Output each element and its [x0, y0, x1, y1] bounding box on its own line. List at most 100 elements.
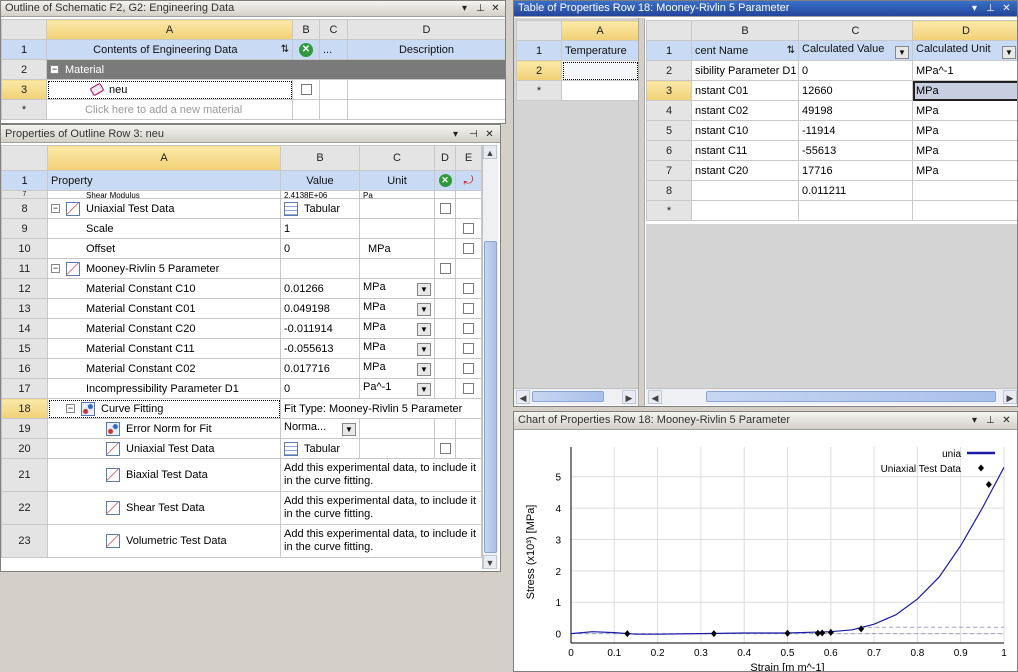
left-hscrollbar[interactable]: ◀ ▶	[514, 388, 638, 405]
table-row[interactable]: 20 Uniaxial Test Data Tabular	[2, 439, 482, 459]
checkbox[interactable]	[463, 343, 474, 354]
unit-select[interactable]: MPa ▼	[360, 319, 435, 339]
material-name-cell[interactable]: neu	[47, 80, 293, 100]
table-row[interactable]: 14 Material Constant C20 -0.011914 MPa ▼	[2, 319, 482, 339]
table-row[interactable]: 4 nstant C02 49198 MPa	[647, 101, 1018, 121]
property-name-cell[interactable]: − Mooney-Rivlin 5 Parameter	[48, 259, 281, 279]
scroll-left-icon[interactable]: ◀	[648, 390, 662, 404]
pin-icon[interactable]: ⊥	[474, 2, 487, 15]
chevron-down-icon[interactable]: ▼	[417, 343, 431, 356]
table-row[interactable]: 7 nstant C20 17716 MPa	[647, 161, 1018, 181]
checkbox-cell[interactable]	[456, 359, 482, 379]
checkbox[interactable]	[463, 223, 474, 234]
scroll-down-icon[interactable]: ▼	[483, 555, 497, 569]
calculated-unit[interactable]: MPa^-1	[913, 61, 1018, 81]
calculated-unit[interactable]: MPa	[913, 161, 1018, 181]
table-row[interactable]: * Click here to add a new material	[2, 100, 506, 120]
right-hscrollbar[interactable]: ◀ ▶	[646, 388, 1018, 405]
material-category[interactable]: − Material	[47, 60, 506, 80]
calculated-unit[interactable]: MPa	[913, 101, 1018, 121]
unit-select[interactable]: MPa ▼	[360, 279, 435, 299]
sort-icon[interactable]: ⇅	[787, 45, 795, 56]
calculated-unit[interactable]	[913, 201, 1018, 221]
add-material-cell[interactable]: Click here to add a new material	[47, 100, 293, 120]
table-row[interactable]: 9 Scale 1	[2, 219, 482, 239]
chevron-down-icon[interactable]: ▼	[1002, 46, 1016, 59]
splitter[interactable]	[638, 18, 645, 407]
table-row[interactable]: 21 Biaxial Test Data Add this experiment…	[2, 459, 482, 492]
table-row[interactable]: 2 sibility Parameter D1 0 MPa^-1	[647, 61, 1018, 81]
checkbox-cell[interactable]	[456, 339, 482, 359]
property-value[interactable]: 0	[281, 239, 360, 259]
scrollbar-thumb[interactable]	[706, 391, 996, 402]
checkbox-cell[interactable]	[456, 319, 482, 339]
sort-icon[interactable]: ⇅	[281, 44, 289, 55]
scroll-up-icon[interactable]: ▲	[483, 145, 497, 159]
calculated-value[interactable]: -11914	[799, 121, 913, 141]
property-name-cell[interactable]: − Uniaxial Test Data	[48, 199, 281, 219]
table-row[interactable]: 23 Volumetric Test Data Add this experim…	[2, 525, 482, 558]
close-icon[interactable]: ✕	[489, 2, 502, 15]
collapse-icon[interactable]: −	[51, 264, 60, 273]
pin-icon[interactable]: ⊥	[984, 414, 997, 427]
checkbox-cell[interactable]	[456, 239, 482, 259]
dropdown-icon[interactable]: ▾	[458, 2, 471, 15]
table-row[interactable]: 3 nstant C01 12660 MPa	[647, 81, 1018, 101]
checkbox[interactable]	[440, 443, 451, 454]
unit-select[interactable]: MPa ▼	[360, 339, 435, 359]
checkbox-cell[interactable]	[435, 439, 456, 459]
checkbox[interactable]	[463, 283, 474, 294]
chevron-down-icon[interactable]: ▼	[417, 383, 431, 396]
property-value-cell[interactable]: Tabular	[281, 439, 360, 459]
collapse-icon[interactable]: −	[50, 65, 59, 74]
scrollbar-thumb[interactable]	[532, 391, 604, 402]
property-value[interactable]: -0.055613	[281, 339, 360, 359]
chevron-down-icon[interactable]: ▼	[342, 423, 356, 436]
green-x-icon[interactable]: ✕	[435, 171, 456, 191]
property-value-cell[interactable]: Tabular	[281, 199, 360, 219]
error-norm-select[interactable]: Norma... ▼	[281, 419, 360, 439]
dropdown-icon[interactable]: ▾	[968, 414, 981, 427]
table-row[interactable]: *	[647, 201, 1018, 221]
checkbox-cell[interactable]	[456, 279, 482, 299]
chevron-down-icon[interactable]: ▼	[417, 303, 431, 316]
column-header-e[interactable]: E	[456, 146, 482, 171]
calculated-value[interactable]: 17716	[799, 161, 913, 181]
checkbox[interactable]	[463, 243, 474, 254]
property-value[interactable]: 1	[281, 219, 360, 239]
temperature-cell[interactable]	[562, 61, 639, 81]
table-row[interactable]: 17 Incompressibility Parameter D1 0 Pa^-1 ▼	[2, 379, 482, 399]
scroll-left-icon[interactable]: ◀	[516, 390, 530, 404]
unit-select[interactable]: Pa^-1 ▼	[360, 379, 435, 399]
table-row[interactable]: 8 0.011211	[647, 181, 1018, 201]
table-row[interactable]: *	[517, 81, 639, 101]
column-header-c[interactable]: C	[360, 146, 435, 171]
checkbox[interactable]	[440, 203, 451, 214]
column-header-d[interactable]: D	[348, 20, 506, 40]
calculated-unit[interactable]	[913, 181, 1018, 201]
collapse-icon[interactable]: −	[51, 204, 60, 213]
table-row[interactable]: 5 nstant C10 -11914 MPa	[647, 121, 1018, 141]
table-row[interactable]: 11 − Mooney-Rivlin 5 Parameter	[2, 259, 482, 279]
table-row[interactable]: 12 Material Constant C10 0.01266 MPa ▼	[2, 279, 482, 299]
unit-select[interactable]: MPa ▼	[360, 299, 435, 319]
property-name-cell[interactable]: Uniaxial Test Data	[48, 439, 281, 459]
temperature-cell[interactable]	[562, 81, 639, 101]
calculated-value[interactable]: 0.011211	[799, 181, 913, 201]
scrollbar-thumb[interactable]	[484, 241, 497, 553]
column-header-c[interactable]: C	[799, 21, 913, 41]
checkbox-cell[interactable]	[435, 259, 456, 279]
pin-icon[interactable]: ⊥	[984, 2, 997, 15]
calculated-value[interactable]	[799, 201, 913, 221]
property-value[interactable]: 0.049198	[281, 299, 360, 319]
checkbox[interactable]	[440, 263, 451, 274]
scroll-right-icon[interactable]: ▶	[1003, 390, 1017, 404]
parameter-icon[interactable]: ⤾	[456, 171, 482, 191]
checkbox-cell[interactable]	[456, 379, 482, 399]
chevron-down-icon[interactable]: ▼	[417, 283, 431, 296]
close-icon[interactable]: ✕	[483, 128, 496, 141]
close-icon[interactable]: ✕	[1000, 2, 1013, 15]
checkbox[interactable]	[463, 363, 474, 374]
checkbox-cell[interactable]	[456, 299, 482, 319]
column-header-b[interactable]: B	[281, 146, 360, 171]
